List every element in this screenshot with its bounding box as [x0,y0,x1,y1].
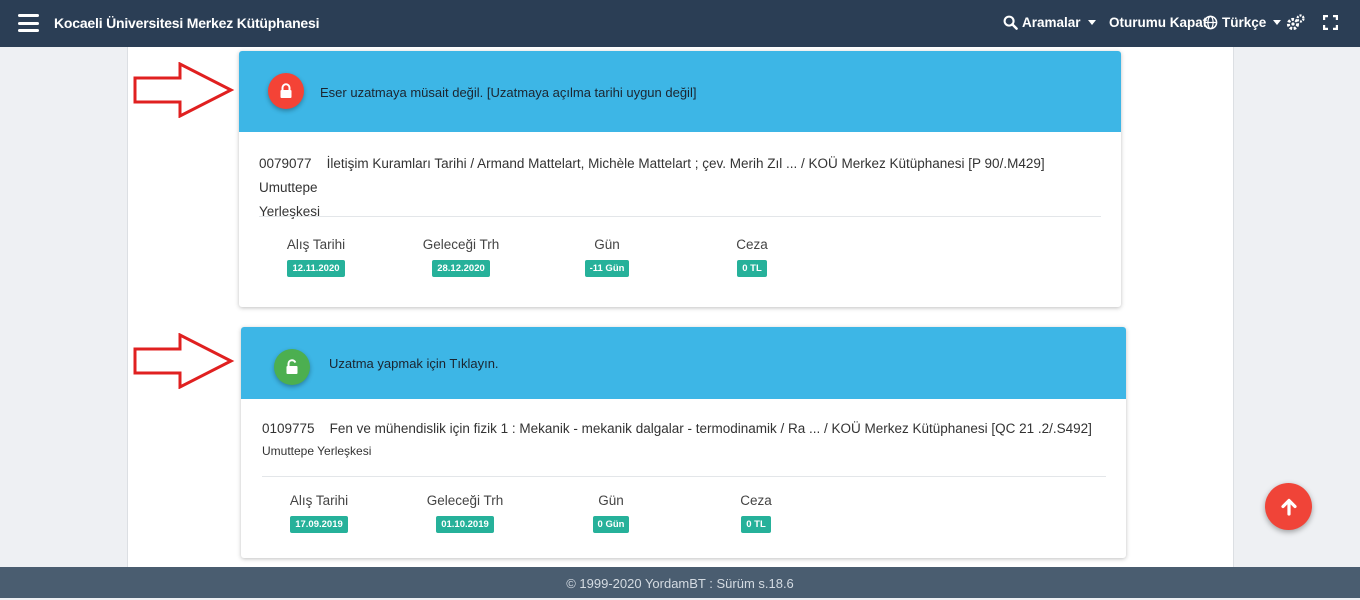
barcode: 0109775 [262,421,315,436]
fullscreen-icon[interactable] [1322,14,1339,35]
app-title[interactable]: Kocaeli Üniversitesi Merkez Kütüphanesi [54,15,319,31]
loan-card: Uzatma yapmak için Tıklayın. 0109775 Fen… [241,327,1126,558]
searches-label: Aramalar [1022,15,1081,30]
arrow-up-icon [1280,498,1297,516]
fine-label: Ceza [740,493,772,508]
book-location: Umuttepe Yerleşkesi [262,444,372,458]
book-title: İletişim Kuramları Tarihi / Armand Matte… [259,156,1045,195]
searches-dropdown[interactable]: Aramalar [1003,15,1096,30]
book-title: Fen ve mühendislik için fizik 1 : Mekani… [329,421,1092,436]
language-label: Türkçe [1222,15,1267,30]
issue-date-badge: 17.09.2019 [290,516,348,533]
due-date-column: Geleceği Trh 01.10.2019 [405,493,525,533]
loan-status-header: Eser uzatmaya müsait değil. [Uzatmaya aç… [239,51,1121,132]
unlock-icon [274,349,310,385]
book-info: 0079077 İletişim Kuramları Tarihi / Arma… [259,152,1099,224]
issue-date-label: Alış Tarihi [286,237,346,252]
due-date-label: Geleceği Trh [426,493,504,508]
fine-column: Ceza 0 TL [696,493,816,533]
annotation-arrow [133,333,235,389]
top-navbar: Kocaeli Üniversitesi Merkez Kütüphanesi … [0,0,1360,47]
issue-date-column: Alış Tarihi 12.11.2020 [256,237,376,277]
due-date-badge: 28.12.2020 [432,260,490,277]
due-date-label: Geleceği Trh [422,237,500,252]
chevron-down-icon [1273,20,1282,25]
days-label: Gün [594,237,620,252]
scroll-top-button[interactable] [1265,483,1312,530]
fine-label: Ceza [736,237,768,252]
language-dropdown[interactable]: Türkçe [1203,15,1282,30]
days-column: Gün 0 Gün [551,493,671,533]
days-badge: 0 Gün [592,516,630,533]
loan-status-text: Eser uzatmaya müsait değil. [Uzatmaya aç… [320,85,697,100]
gears-icon[interactable] [1286,13,1306,38]
days-label: Gün [598,493,624,508]
issue-date-badge: 12.11.2020 [287,260,345,277]
footer: © 1999-2020 YordamBT : Sürüm s.18.6 [0,567,1360,598]
days-column: Gün -11 Gün [547,237,667,277]
globe-icon [1203,15,1218,30]
search-icon [1003,15,1018,30]
fine-badge: 0 TL [737,260,767,277]
due-date-badge: 01.10.2019 [436,516,494,533]
fine-badge: 0 TL [741,516,771,533]
chevron-down-icon [1087,20,1096,25]
issue-date-label: Alış Tarihi [289,493,349,508]
barcode: 0079077 [259,156,312,171]
divider [262,476,1106,477]
annotation-arrow [133,62,235,118]
issue-date-column: Alış Tarihi 17.09.2019 [259,493,379,533]
logout-link[interactable]: Oturumu Kapat [1109,15,1207,30]
renew-button[interactable]: Uzatma yapmak için Tıklayın. [241,327,1126,399]
days-badge: -11 Gün [584,260,630,277]
hamburger-menu-icon[interactable] [18,14,39,32]
fine-column: Ceza 0 TL [692,237,812,277]
due-date-column: Geleceği Trh 28.12.2020 [401,237,521,277]
book-info: 0109775 Fen ve mühendislik için fizik 1 … [262,418,1112,462]
lock-icon [268,73,304,109]
renew-text: Uzatma yapmak için Tıklayın. [329,356,499,371]
loan-card: Eser uzatmaya müsait değil. [Uzatmaya aç… [239,51,1121,307]
divider [259,216,1101,217]
